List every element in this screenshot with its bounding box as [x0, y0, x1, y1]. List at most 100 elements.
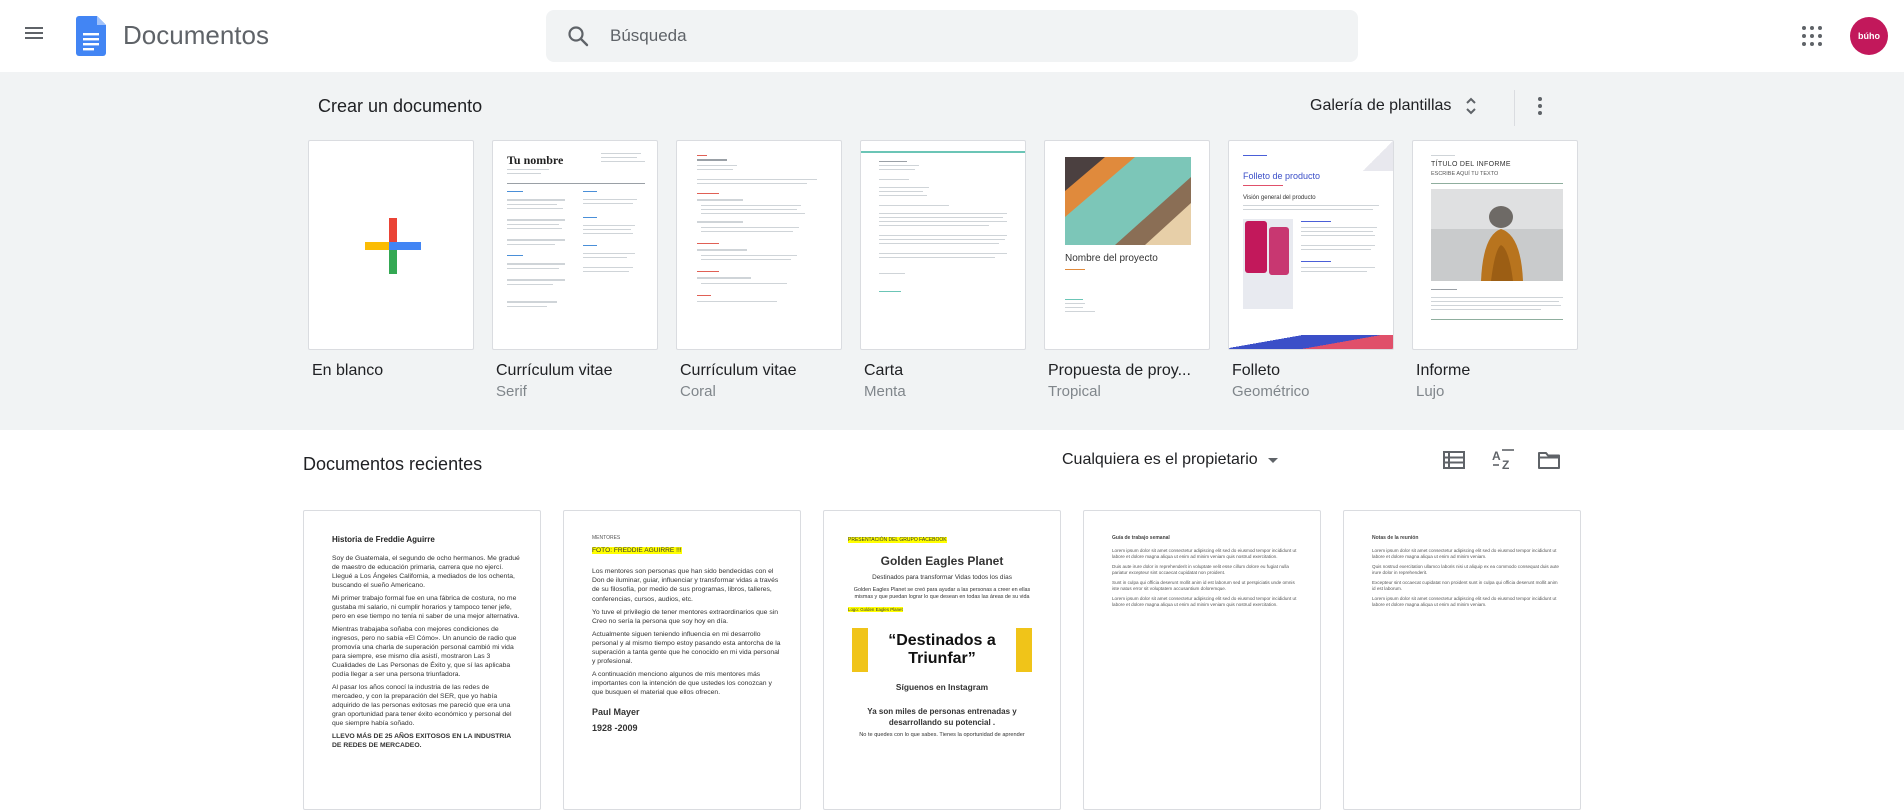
document-paragraph: Lorem ipsum dolor sit amet consectetur a… — [1372, 547, 1557, 559]
template-gallery: Crear un documento Galería de plantillas… — [0, 72, 1904, 430]
template-name: Carta — [864, 362, 904, 379]
recent-document-card[interactable]: Guía de trabajo semanal Lorem ipsum dolo… — [1083, 510, 1321, 810]
thumb-subheading: ESCRIBE AQUÍ TU TEXTO — [1431, 171, 1499, 177]
document-paragraph: Lorem ipsum dolor sit amet consectetur a… — [1372, 596, 1557, 608]
template-brochure-geometric[interactable]: Folleto de producto Visión general del p… — [1228, 140, 1394, 400]
document-paragraph: Actualmente siguen teniendo influencia e… — [592, 630, 781, 665]
call-to-action: Síguenos en Instagram — [895, 681, 989, 692]
template-letter-mint[interactable]: Carta Menta — [860, 140, 1026, 400]
template-gallery-toggle[interactable]: Galería de plantillas — [1310, 96, 1477, 116]
recent-documents-title: Documentos recientes — [303, 454, 483, 474]
thumb-heading: Folleto de producto — [1243, 171, 1321, 181]
document-subtitle: Destinados para transformar Vidas todos … — [872, 573, 1012, 581]
main-menu-icon[interactable] — [22, 24, 46, 48]
document-paragraph: A continuación menciono algunos de mis m… — [592, 670, 772, 696]
template-thumbnail[interactable] — [676, 140, 842, 350]
document-preview: MENTORES FOTO: FREDDIE AGUIRRE !!! Los m… — [592, 535, 782, 739]
report-cover-photo — [1431, 189, 1563, 281]
owner-filter-dropdown[interactable]: Cualquiera es el propietario — [1062, 451, 1278, 469]
recent-document-card[interactable]: MENTORES FOTO: FREDDIE AGUIRRE !!! Los m… — [563, 510, 801, 810]
template-variant: Geométrico — [1232, 383, 1310, 400]
template-report-luxury[interactable]: TÍTULO DEL INFORME ESCRIBE AQUÍ TU TEXTO… — [1412, 140, 1578, 400]
banner-text: “Destinados a — [888, 632, 996, 650]
app-title[interactable]: Documentos — [123, 20, 269, 51]
google-apps-icon[interactable] — [1802, 26, 1822, 46]
recent-document-card[interactable]: Notas de la reunión Lorem ipsum dolor si… — [1343, 510, 1581, 810]
template-variant: Lujo — [1416, 383, 1445, 400]
document-paragraph: Lorem ipsum dolor sit amet consectetur a… — [1112, 547, 1297, 559]
document-paragraph: Ya son miles de personas entrenadas y de… — [867, 707, 1017, 727]
folder-icon[interactable] — [1537, 450, 1561, 470]
template-variant: Tropical — [1048, 383, 1101, 400]
top-bar: Documentos búho — [0, 0, 1904, 72]
thumb-subheading: Visión general del producto — [1243, 195, 1316, 201]
template-variant: Coral — [680, 383, 716, 400]
document-paragraph: Excepteur sint occaecat cupidatat non pr… — [1372, 580, 1558, 592]
recent-document-card[interactable]: Historia de Freddie Aguirre Soy de Guate… — [303, 510, 541, 810]
template-name: Informe — [1416, 362, 1471, 379]
document-paragraph: Mi primer trabajo formal fue en una fábr… — [332, 594, 520, 620]
document-paragraph: Al pasar los años conocí la industria de… — [332, 684, 512, 728]
document-paragraph: Los mentores son personas que han sido b… — [592, 568, 779, 603]
template-name: Currículum vitae — [496, 362, 613, 379]
divider — [1514, 90, 1515, 126]
document-preview: Historia de Freddie Aguirre Soy de Guate… — [332, 535, 522, 754]
signature-name: Paul Mayer — [592, 706, 640, 717]
owner-filter-label: Cualquiera es el propietario — [1062, 451, 1258, 468]
document-label: MENTORES — [592, 535, 621, 541]
document-paragraph: Soy de Guatemala, el segundo de ocho her… — [332, 554, 520, 589]
document-heading: Notas de la reunión — [1372, 535, 1419, 541]
unfold-more-icon — [1466, 97, 1477, 115]
document-paragraph: No te quedes con lo que sabes. Tienes la… — [859, 732, 1025, 739]
template-thumbnail[interactable]: TÍTULO DEL INFORME ESCRIBE AQUÍ TU TEXTO — [1412, 140, 1578, 350]
thumb-heading: Tu nombre — [507, 153, 564, 167]
template-thumbnail[interactable]: Tu nombre — [492, 140, 658, 350]
template-resume-serif[interactable]: Tu nombre Currículum vitae Serif — [492, 140, 658, 400]
banner-graphic: “Destinados a Triunfar” — [852, 627, 1032, 672]
document-title: Golden Eagles Planet — [880, 554, 1004, 569]
list-view-icon[interactable] — [1443, 450, 1465, 470]
document-heading: Guía de trabajo semanal — [1112, 535, 1170, 541]
template-resume-coral[interactable]: Currículum vitae Coral — [676, 140, 842, 400]
document-paragraph: Golden Eagles Planet se creó para ayudar… — [853, 586, 1031, 600]
template-thumbnail[interactable]: Folleto de producto Visión general del p… — [1228, 140, 1394, 350]
thumb-heading: Nombre del proyecto — [1065, 253, 1158, 264]
recent-document-card[interactable]: PRESENTACIÓN DEL GRUPO FACEBOOK Golden E… — [823, 510, 1061, 810]
svg-text:Z: Z — [1502, 458, 1509, 472]
dropdown-arrow-icon — [1267, 457, 1278, 463]
document-heading: Historia de Freddie Aguirre — [332, 535, 435, 544]
search-bar[interactable] — [546, 10, 1358, 62]
document-paragraph: Duis aute irure dolor in reprehenderit i… — [1112, 563, 1289, 575]
template-variant: Menta — [864, 383, 906, 400]
template-name: Currículum vitae — [680, 362, 797, 379]
template-thumbnail[interactable]: Nombre del proyecto — [1044, 140, 1210, 350]
document-preview: Notas de la reunión Lorem ipsum dolor si… — [1372, 535, 1562, 613]
template-name: Propuesta de proy... — [1048, 362, 1191, 379]
gallery-title: Crear un documento — [318, 96, 483, 116]
template-gallery-label: Galería de plantillas — [1310, 97, 1452, 114]
template-name: Folleto — [1232, 362, 1281, 379]
document-preview: Guía de trabajo semanal Lorem ipsum dolo… — [1112, 535, 1302, 613]
tropical-graphic — [1065, 157, 1191, 245]
template-thumbnail[interactable] — [308, 140, 474, 350]
document-paragraph: Yo tuve el privilegio de tener mentores … — [592, 608, 779, 625]
document-paragraph: LLEVO MÁS DE 25 AÑOS EXITOSOS EN LA INDU… — [332, 733, 511, 750]
template-blank[interactable]: En blanco — [308, 140, 474, 380]
search-icon[interactable] — [566, 24, 590, 48]
highlighted-text: FOTO: FREDDIE AGUIRRE !!! — [592, 546, 682, 554]
svg-text:A: A — [1492, 449, 1501, 463]
account-avatar[interactable]: búho — [1850, 17, 1888, 55]
banner-text: Triunfar” — [908, 649, 976, 667]
sort-az-icon[interactable]: A Z — [1490, 447, 1516, 473]
highlighted-text: Logo: Golden Eagles Planet — [848, 606, 903, 612]
document-preview: PRESENTACIÓN DEL GRUPO FACEBOOK Golden E… — [848, 535, 1036, 744]
more-options-icon[interactable] — [1530, 94, 1550, 118]
highlighted-text: PRESENTACIÓN DEL GRUPO FACEBOOK — [848, 537, 947, 543]
template-variant: Serif — [496, 383, 527, 400]
template-proposal-tropical[interactable]: Nombre del proyecto Propuesta de proy...… — [1044, 140, 1210, 400]
template-thumbnail[interactable] — [860, 140, 1026, 350]
template-name: En blanco — [312, 362, 384, 379]
document-paragraph: Mientras trabajaba soñaba con mejores co… — [332, 625, 517, 678]
search-input[interactable] — [610, 10, 1330, 62]
docs-logo-icon[interactable] — [76, 16, 106, 56]
